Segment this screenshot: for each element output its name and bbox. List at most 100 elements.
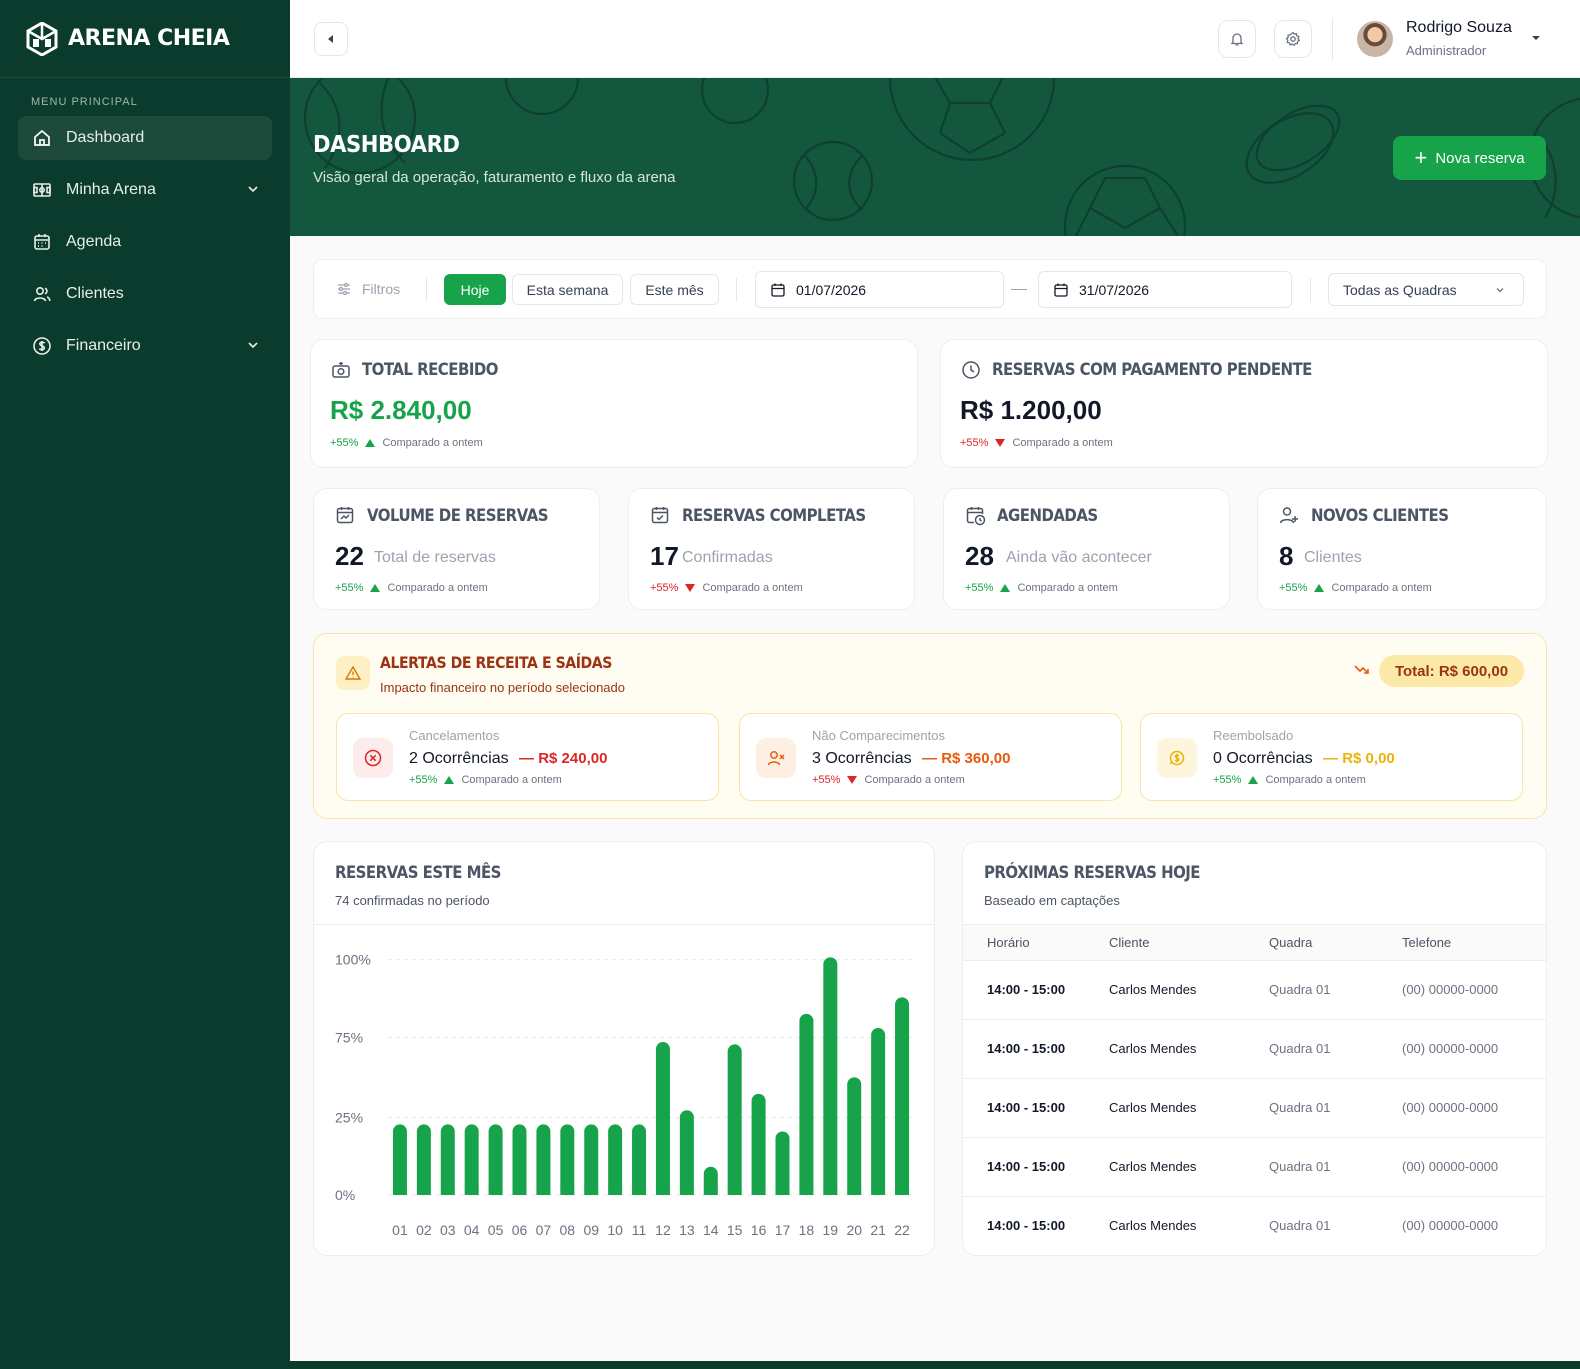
kpi-title: RESERVAS COM PAGAMENTO PENDENTE (992, 360, 1312, 380)
settings-button[interactable] (1274, 20, 1312, 58)
bar-day-10[interactable] (608, 1124, 623, 1195)
period-today-chip[interactable]: Hoje (444, 274, 506, 305)
calendar-icon (1054, 283, 1068, 297)
cell-horario: 14:00 - 15:00 (987, 982, 1066, 997)
delta-compare: Comparado a ontem (1331, 582, 1432, 594)
date-to-input[interactable]: 31/07/2026 (1038, 271, 1292, 308)
sidebar-item-clientes[interactable]: Clientes (18, 272, 272, 316)
delta-percent: +55% (335, 582, 364, 594)
column-header-telefone[interactable]: Telefone (1402, 935, 1451, 950)
triangle-up-icon (1314, 584, 1325, 592)
kpi-title: TOTAL RECEBIDO (362, 360, 498, 380)
delta-percent: +55% (965, 582, 994, 594)
alert-card-nao-comparecimentos[interactable]: Não Comparecimentos 3 Ocorrências — R$ 3… (739, 713, 1122, 801)
x-tick-label: 11 (632, 1222, 647, 1238)
user-name[interactable]: Rodrigo Souza (1406, 19, 1512, 37)
bar-day-21[interactable] (871, 1027, 886, 1195)
triangle-up-icon (365, 439, 376, 447)
triangle-up-icon (1000, 584, 1011, 592)
bar-day-02[interactable] (416, 1124, 431, 1195)
sliders-icon (338, 282, 350, 296)
delta-percent: +55% (1279, 582, 1308, 594)
stat-delta: +55% Comparado a ontem (965, 582, 1118, 594)
warning-icon (345, 665, 361, 680)
cell-telefone: (00) 00000-0000 (1402, 982, 1499, 997)
cell-telefone: (00) 00000-0000 (1402, 1100, 1499, 1115)
sidebar-item-dashboard[interactable]: Dashboard (18, 116, 272, 160)
bar-day-06[interactable] (512, 1124, 527, 1195)
bar-day-03[interactable] (440, 1124, 455, 1195)
x-tick-label: 08 (560, 1222, 576, 1238)
new-reservation-button[interactable]: + Nova reserva (1393, 136, 1546, 180)
stat-description: Ainda vão acontecer (1006, 549, 1152, 566)
bar-day-17[interactable] (775, 1131, 790, 1195)
bar-day-01[interactable] (392, 1124, 407, 1195)
notifications-button[interactable] (1218, 20, 1256, 58)
y-tick-label: 100% (335, 952, 371, 968)
column-header-quadra[interactable]: Quadra (1269, 935, 1312, 950)
cell-horario: 14:00 - 15:00 (987, 1041, 1066, 1056)
period-week-chip[interactable]: Esta semana (512, 274, 623, 305)
bar-day-18[interactable] (799, 1013, 814, 1195)
bar-base (799, 1188, 814, 1195)
stat-description: Confirmadas (682, 549, 773, 566)
table-row[interactable]: 14:00 - 15:00 Carlos Mendes Quadra 01 (00) … (963, 1197, 1546, 1255)
alert-card-cancelamentos[interactable]: Cancelamentos 2 Ocorrências — R$ 240,00 … (336, 713, 719, 801)
bar-base (584, 1188, 599, 1195)
sidebar-item-agenda[interactable]: Agenda (18, 220, 272, 264)
stat-card-volume: VOLUME DE RESERVAS 22 Total de reservas … (313, 488, 600, 610)
bar-base (871, 1188, 886, 1195)
bar-day-20[interactable] (847, 1077, 862, 1195)
bar-day-15[interactable] (727, 1044, 742, 1195)
table-row[interactable]: 14:00 - 15:00 Carlos Mendes Quadra 01 (00) … (963, 1020, 1546, 1079)
alert-card-reembolsado[interactable]: Reembolsado 0 Ocorrências — R$ 0,00 +55%… (1140, 713, 1523, 801)
bar-day-11[interactable] (632, 1124, 647, 1195)
stat-card-scheduled: AGENDADAS 28 Ainda vão acontecer +55% Co… (943, 488, 1230, 610)
bar-day-08[interactable] (560, 1124, 575, 1195)
column-header-horario[interactable]: Horário (987, 935, 1030, 950)
avatar[interactable] (1357, 21, 1393, 57)
bar-day-09[interactable] (584, 1124, 599, 1195)
alert-card-count: 0 Ocorrências — R$ 0,00 (1213, 750, 1395, 768)
collapse-sidebar-button[interactable] (314, 22, 348, 56)
x-tick-label: 15 (727, 1222, 743, 1238)
bar-day-07[interactable] (536, 1124, 551, 1195)
topbar: Rodrigo Souza Administrador (290, 0, 1580, 78)
delta-compare: Comparado a ontem (864, 774, 965, 786)
brand-logo[interactable]: ARENA CHEIA (0, 0, 290, 78)
column-header-cliente[interactable]: Cliente (1109, 935, 1149, 950)
sidebar-item-financeiro[interactable]: Financeiro (18, 324, 272, 368)
sidebar-item-label: Clientes (66, 285, 124, 302)
bar-base (416, 1188, 431, 1195)
sidebar: ARENA CHEIA MENU PRINCIPAL Dashboard Min… (0, 0, 290, 1369)
filter-divider (426, 278, 427, 302)
hero-banner: DASHBOARD Visão geral da operação, fatur… (290, 78, 1580, 236)
x-tick-label: 22 (894, 1222, 910, 1238)
table-row[interactable]: 14:00 - 15:00 Carlos Mendes Quadra 01 (00) … (963, 1079, 1546, 1138)
user-x-icon (767, 751, 785, 766)
period-month-chip[interactable]: Este mês (630, 274, 719, 305)
calendar-check-icon (651, 507, 669, 524)
x-circle-icon (364, 749, 382, 767)
calendar-icon (771, 283, 785, 297)
cell-telefone: (00) 00000-0000 (1402, 1159, 1499, 1174)
table-row[interactable]: 14:00 - 15:00 Carlos Mendes Quadra 01 (00) … (963, 1138, 1546, 1197)
bar-base (895, 1188, 910, 1195)
bar-day-05[interactable] (488, 1124, 503, 1195)
x-tick-label: 12 (655, 1222, 671, 1238)
bar-day-22[interactable] (895, 997, 910, 1195)
bar-day-04[interactable] (464, 1124, 479, 1195)
chevron-down-icon[interactable] (1530, 32, 1542, 44)
x-tick-label: 06 (512, 1222, 528, 1238)
bar-day-13[interactable] (679, 1110, 694, 1195)
bar-day-12[interactable] (655, 1042, 670, 1195)
bar-base (632, 1188, 647, 1195)
table-row[interactable]: 14:00 - 15:00 Carlos Mendes Quadra 01 (00) … (963, 961, 1546, 1020)
court-select[interactable]: Todas as Quadras (1328, 273, 1524, 306)
cell-quadra: Quadra 01 (1269, 1159, 1331, 1174)
date-from-input[interactable]: 01/07/2026 (755, 271, 1004, 308)
cell-horario: 14:00 - 15:00 (987, 1100, 1066, 1115)
bar-day-16[interactable] (751, 1093, 766, 1195)
bar-day-19[interactable] (823, 957, 838, 1195)
sidebar-item-minha-arena[interactable]: Minha Arena (18, 168, 272, 212)
